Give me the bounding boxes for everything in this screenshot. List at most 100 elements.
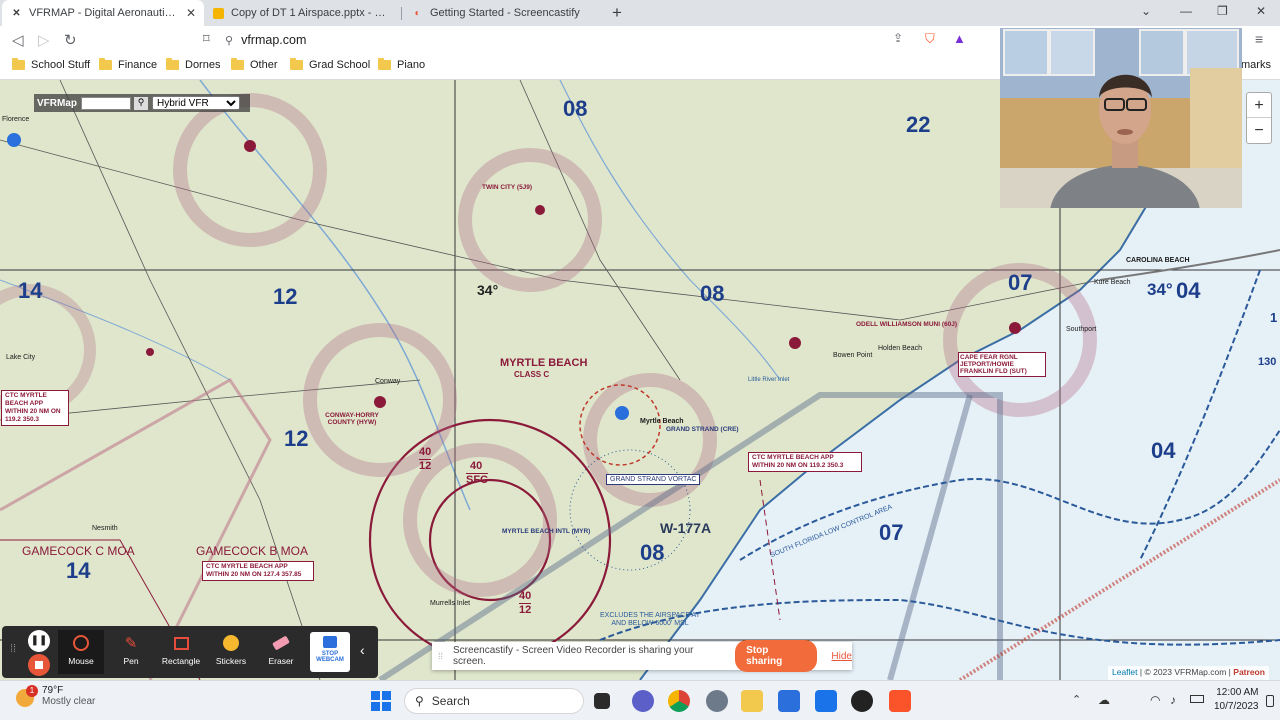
latitude-label: 34° [477, 282, 499, 298]
back-icon[interactable]: ◁ [12, 31, 24, 49]
chrome-icon[interactable] [668, 690, 690, 712]
stop-sharing-button[interactable]: Stop sharing [735, 640, 818, 672]
maximize-button[interactable]: ❐ [1217, 4, 1228, 18]
network-icon[interactable]: ◠ [1150, 693, 1160, 707]
battery-icon[interactable] [1190, 695, 1204, 703]
drag-handle-icon[interactable]: ⁞⁞ [10, 643, 16, 655]
close-tab-icon[interactable]: ✕ [186, 6, 196, 20]
chart-type-select[interactable]: Hybrid VFR [152, 96, 240, 110]
stop-webcam-button[interactable]: STOP WEBCAM [310, 632, 350, 672]
tab-strip: ✕ VFRMAP - Digital Aeronautical C ✕ Copy… [0, 0, 1280, 26]
brave-icon[interactable] [889, 690, 911, 712]
minimize-button[interactable]: — [1180, 4, 1192, 18]
reload-icon[interactable]: ↻ [64, 31, 77, 49]
slides-icon [212, 7, 225, 20]
notification-icon[interactable] [1266, 695, 1274, 707]
brave-shield-icon[interactable]: ⛉ [925, 31, 935, 47]
vfrmap-icon: ✕ [12, 7, 21, 19]
zoom-in-button[interactable]: + [1247, 93, 1271, 118]
bookmark-school-stuff[interactable]: School Stuff [12, 58, 90, 71]
mef-label: 08 [700, 281, 725, 306]
rectangle-tool-button[interactable]: Rectangle [158, 630, 204, 674]
weather-widget[interactable]: 1 79°F Mostly clear [16, 685, 95, 707]
mef-label: 08 [640, 540, 665, 565]
tab-screencastify[interactable]: ◐ Getting Started - Screencastify [403, 0, 603, 26]
bookmark-page-icon[interactable]: ⌑ [203, 31, 210, 47]
eraser-tool-button[interactable]: Eraser [258, 630, 304, 674]
tab-slides[interactable]: Copy of DT 1 Airspace.pptx - Google [204, 0, 400, 26]
patreon-link[interactable]: Patreon [1233, 667, 1265, 677]
pen-tool-button[interactable]: ✎ Pen [108, 630, 154, 674]
file-explorer-icon[interactable] [741, 690, 763, 712]
temperature: 79°F [42, 685, 64, 696]
frequency-box: CTC MYRTLE BEACH APP WITHIN 20 NM ON 119… [1, 390, 69, 426]
hide-notification-link[interactable]: Hide [831, 651, 852, 662]
clock-time: 12:00 AM [1216, 687, 1259, 698]
tab-vfrmap[interactable]: ✕ VFRMAP - Digital Aeronautical C ✕ [2, 0, 204, 26]
menu-icon[interactable]: ≡ [1255, 31, 1263, 47]
site-settings-icon[interactable]: ⚲ [225, 34, 233, 47]
airport-label: TWIN CITY (5J9) [482, 184, 533, 191]
bookmark-other[interactable]: Other [231, 58, 278, 71]
dell-icon[interactable] [851, 690, 873, 712]
sticker-icon [208, 630, 254, 656]
teams-icon[interactable] [632, 690, 654, 712]
new-tab-button[interactable]: + [612, 3, 622, 23]
all-bookmarks[interactable]: marks [1241, 59, 1271, 71]
stickers-tool-button[interactable]: Stickers [208, 630, 254, 674]
pause-button[interactable]: ❚❚ [28, 630, 50, 652]
screencastify-icon: ◐ [414, 7, 421, 19]
zoom-out-button[interactable]: − [1247, 118, 1271, 143]
bookmark-dornes[interactable]: Dornes [166, 58, 220, 71]
mef-label: 07 [879, 520, 904, 545]
windows-start-icon[interactable] [371, 691, 391, 711]
vfrmap-logo: VFRMap [37, 97, 77, 109]
store-icon[interactable] [778, 690, 800, 712]
bookmark-piano[interactable]: Piano [378, 58, 425, 71]
collapse-toolbar-icon[interactable]: ‹ [360, 642, 365, 658]
pen-icon: ✎ [124, 635, 138, 652]
onedrive-icon[interactable]: ☁ [1098, 693, 1110, 707]
bookmark-grad-school[interactable]: Grad School [290, 58, 370, 71]
stop-recording-button[interactable] [28, 654, 50, 676]
town-label: Myrtle Beach [640, 418, 684, 425]
warning-area-label: W-177A [660, 520, 712, 536]
search-icon: ⚲ [415, 694, 424, 708]
altitude-floor-label: 12 [519, 603, 532, 616]
airport-label: MYRTLE BEACH INTL (MYR) [502, 528, 591, 535]
mouse-tool-button[interactable]: Mouse [58, 630, 104, 674]
class-c-sub-label: CLASS C [514, 370, 550, 379]
town-label: Nesmith [92, 525, 118, 532]
brave-rewards-icon[interactable]: ▲ [953, 31, 966, 46]
folder-icon [231, 58, 244, 70]
town-label: Kure Beach [1094, 279, 1131, 286]
town-label: Florence [2, 116, 30, 123]
settings-icon[interactable] [706, 690, 728, 712]
task-view-icon[interactable] [594, 693, 610, 709]
altitude-label: 40 [470, 460, 483, 472]
tab-search-icon[interactable]: ⌄ [1141, 4, 1151, 18]
mef-label: 12 [273, 284, 298, 309]
folder-icon [12, 58, 25, 70]
town-label: Holden Beach [878, 345, 922, 352]
drag-handle-icon[interactable]: ⁞⁞ [438, 651, 443, 661]
leaflet-link[interactable]: Leaflet [1112, 667, 1138, 677]
share-icon[interactable]: ⇪ [893, 31, 903, 45]
frequency-box: CTC MYRTLE BEACH APP WITHIN 20 NM ON 127… [202, 561, 314, 581]
close-window-button[interactable]: ✕ [1256, 4, 1266, 18]
screen-share-notification: ⁞⁞ Screencastify - Screen Video Recorder… [432, 640, 852, 672]
webcam-overlay[interactable] [1000, 28, 1242, 208]
folder-icon [290, 58, 303, 70]
search-icon[interactable]: ⚲ [134, 96, 148, 110]
location-search-input[interactable] [81, 96, 131, 110]
show-hidden-icons[interactable]: ⌃ [1072, 693, 1081, 706]
system-clock[interactable]: 12:00 AM 10/7/2023 [1214, 686, 1259, 714]
forward-icon[interactable]: ▷ [38, 31, 50, 49]
volume-icon[interactable]: ♪ [1170, 693, 1176, 707]
mef-label: 12 [284, 426, 309, 451]
mail-icon[interactable] [815, 690, 837, 712]
address-bar[interactable]: ⚲ vfrmap.com [225, 28, 985, 52]
bookmark-finance[interactable]: Finance [99, 58, 157, 71]
taskbar-search[interactable]: ⚲ Search [404, 688, 584, 714]
airport-label: CONWAY-HORRY COUNTY (HYW) [325, 412, 379, 426]
